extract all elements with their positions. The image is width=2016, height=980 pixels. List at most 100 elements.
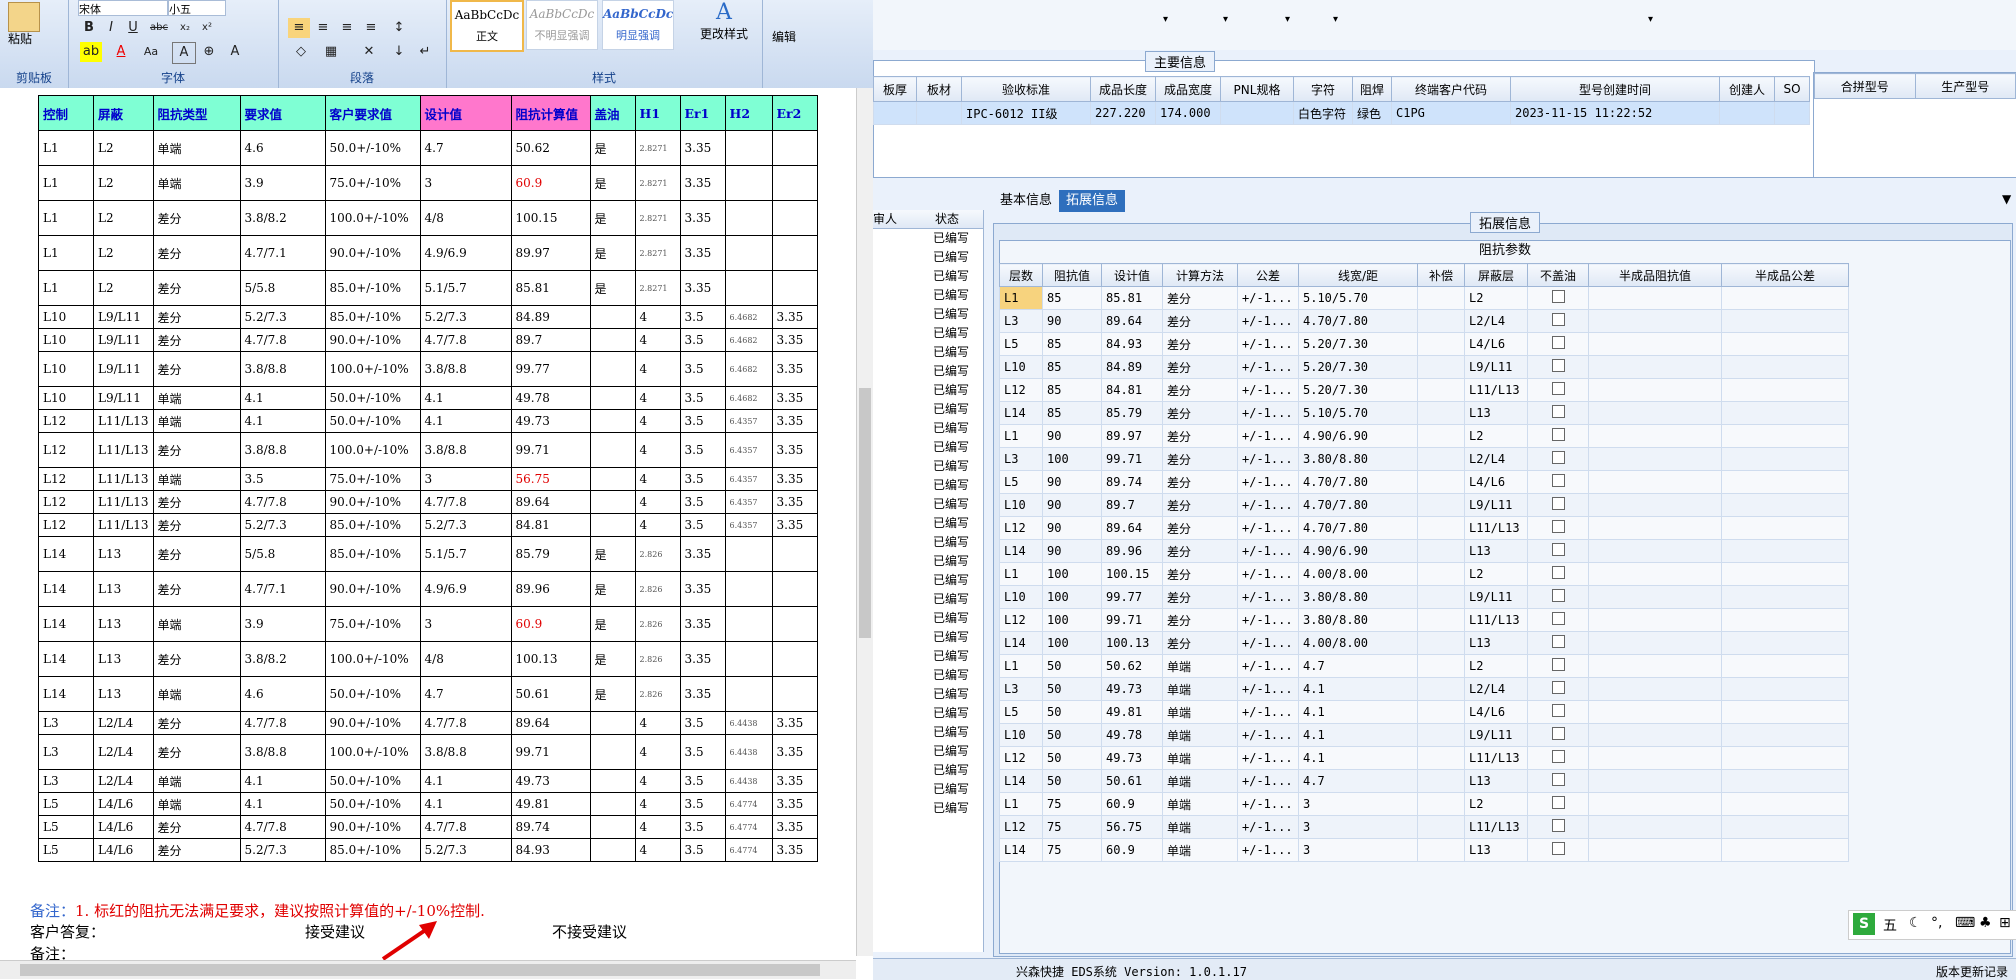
status-item[interactable]: 已编写 xyxy=(873,381,983,400)
skin-icon[interactable]: ♣ xyxy=(1979,915,1992,931)
no-coverlay-checkbox[interactable] xyxy=(1551,336,1565,349)
dropdown-arrow-icon[interactable]: ▾ xyxy=(1285,14,1290,25)
semi-finished-cell[interactable] xyxy=(1721,401,1849,425)
sogou-ime-icon[interactable]: S xyxy=(1853,913,1875,935)
status-item[interactable]: 已编写 xyxy=(873,324,983,343)
impedance-row[interactable]: L3 90 89.64 差分 +/-1... 4.70/7.80 L2/L4 xyxy=(999,309,1849,333)
sort-icon[interactable]: ↓ xyxy=(388,42,410,62)
status-item[interactable]: 已编写 xyxy=(873,495,983,514)
impedance-row[interactable]: L5 90 89.74 差分 +/-1... 4.70/7.80 L4/L6 xyxy=(999,470,1849,494)
reject-option[interactable]: 不接受建议 xyxy=(552,921,627,942)
align-right-icon[interactable]: ≡ xyxy=(336,18,358,38)
impedance-row[interactable]: L10 50 49.78 单端 +/-1... 4.1 L9/L11 xyxy=(999,723,1849,747)
semi-finished-cell[interactable] xyxy=(1588,493,1722,517)
semi-finished-cell[interactable] xyxy=(1588,516,1722,540)
no-coverlay-checkbox[interactable] xyxy=(1551,543,1565,556)
justify-icon[interactable]: ≡ xyxy=(360,18,382,38)
no-coverlay-checkbox[interactable] xyxy=(1551,566,1565,579)
no-coverlay-checkbox[interactable] xyxy=(1551,359,1565,372)
semi-finished-cell[interactable] xyxy=(1721,677,1849,701)
strikethrough-button[interactable]: abc xyxy=(148,18,170,38)
status-item[interactable]: 已编写 xyxy=(873,438,983,457)
tab-ext-info[interactable]: 拓展信息 xyxy=(1059,190,1126,212)
status-item[interactable]: 已编写 xyxy=(873,723,983,742)
superscript-button[interactable]: x² xyxy=(196,18,218,38)
semi-finished-cell[interactable] xyxy=(1721,332,1849,356)
dropdown-arrow-icon[interactable]: ▾ xyxy=(1648,14,1653,25)
semi-finished-cell[interactable] xyxy=(1588,585,1722,609)
status-item[interactable]: 已编写 xyxy=(873,590,983,609)
status-item[interactable]: 已编写 xyxy=(873,267,983,286)
semi-finished-cell[interactable] xyxy=(1721,447,1849,471)
highlight-icon[interactable]: ab xyxy=(80,42,102,62)
status-item[interactable]: 已编写 xyxy=(873,742,983,761)
dropdown-arrow-icon[interactable]: ▾ xyxy=(1333,14,1338,25)
no-coverlay-checkbox[interactable] xyxy=(1551,520,1565,533)
semi-finished-cell[interactable] xyxy=(1721,539,1849,563)
semi-finished-cell[interactable] xyxy=(1588,631,1722,655)
no-coverlay-checkbox[interactable] xyxy=(1551,382,1565,395)
bold-button[interactable]: B xyxy=(78,18,100,38)
no-coverlay-checkbox[interactable] xyxy=(1551,819,1565,832)
impedance-row[interactable]: L12 75 56.75 单端 +/-1... 3 L11/L13 xyxy=(999,815,1849,839)
no-coverlay-checkbox[interactable] xyxy=(1551,313,1565,326)
collapse-arrow-icon[interactable]: ▼ xyxy=(2002,192,2011,206)
keyboard-icon[interactable]: ⌨ xyxy=(1955,915,1975,931)
status-item[interactable]: 已编写 xyxy=(873,457,983,476)
semi-finished-cell[interactable] xyxy=(1721,562,1849,586)
status-item[interactable]: 已编写 xyxy=(873,666,983,685)
line-spacing-icon[interactable]: ↕ xyxy=(388,18,410,38)
status-item[interactable]: 已编写 xyxy=(873,571,983,590)
char-shading-button[interactable]: A xyxy=(172,42,196,64)
no-coverlay-checkbox[interactable] xyxy=(1551,704,1565,717)
main-info-row[interactable]: IPC-6012 II级 227.220 174.000 白色字符 绿色 C1PG 2023… xyxy=(873,101,1810,125)
impedance-row[interactable]: L14 75 60.9 单端 +/-1... 3 L13 xyxy=(999,838,1849,862)
no-coverlay-checkbox[interactable] xyxy=(1551,750,1565,763)
style-normal[interactable]: AaBbCcDc 正文 xyxy=(450,0,524,52)
no-coverlay-checkbox[interactable] xyxy=(1551,796,1565,809)
impedance-row[interactable]: L12 50 49.73 单端 +/-1... 4.1 L11/L13 xyxy=(999,746,1849,770)
no-coverlay-checkbox[interactable] xyxy=(1551,497,1565,510)
ime-toolbar[interactable]: S 五 ☾ °, ⌨ ♣ ⊞ xyxy=(1848,910,2016,940)
impedance-row[interactable]: L3 50 49.73 单端 +/-1... 4.1 L2/L4 xyxy=(999,677,1849,701)
no-coverlay-checkbox[interactable] xyxy=(1551,681,1565,694)
semi-finished-cell[interactable] xyxy=(1721,700,1849,724)
moon-icon[interactable]: ☾ xyxy=(1909,915,1922,931)
impedance-row[interactable]: L1 50 50.62 单端 +/-1... 4.7 L2 xyxy=(999,654,1849,678)
semi-finished-cell[interactable] xyxy=(1588,447,1722,471)
status-item[interactable]: 已编写 xyxy=(873,305,983,324)
style-intense-emphasis[interactable]: AaBbCcDc 明显强调 xyxy=(602,0,674,50)
align-center-icon[interactable]: ≡ xyxy=(312,18,334,38)
semi-finished-cell[interactable] xyxy=(1721,746,1849,770)
impedance-row[interactable]: L10 100 99.77 差分 +/-1... 3.80/8.80 L9/L11 xyxy=(999,585,1849,609)
paste-button[interactable]: 粘贴 xyxy=(8,30,32,47)
no-coverlay-checkbox[interactable] xyxy=(1551,451,1565,464)
status-item[interactable]: 已编写 xyxy=(873,647,983,666)
semi-finished-cell[interactable] xyxy=(1721,769,1849,793)
semi-finished-cell[interactable] xyxy=(1588,700,1722,724)
status-item[interactable]: 已编写 xyxy=(873,533,983,552)
enclose-char-icon[interactable]: ⊕ xyxy=(198,42,220,62)
impedance-row[interactable]: L12 90 89.64 差分 +/-1... 4.70/7.80 L11/L13 xyxy=(999,516,1849,540)
impedance-row[interactable]: L1 90 89.97 差分 +/-1... 4.90/6.90 L2 xyxy=(999,424,1849,448)
status-item[interactable]: 已编写 xyxy=(873,514,983,533)
shading-icon[interactable]: ◇ xyxy=(290,42,312,62)
status-list[interactable]: 审人 状态 已编写 已编写 已编写 已编写 已编写 已编写 已编写 已编写 已编写 已编写 已编写已… xyxy=(873,210,984,952)
semi-finished-cell[interactable] xyxy=(1721,792,1849,816)
impedance-row[interactable]: L10 85 84.89 差分 +/-1... 5.20/7.30 L9/L11 xyxy=(999,355,1849,379)
show-marks-icon[interactable]: ↵ xyxy=(414,42,436,62)
font-size-select[interactable]: 小五 xyxy=(168,0,226,16)
version-history-link[interactable]: 版本更新记录 xyxy=(1936,963,2008,980)
status-item[interactable]: 已编写 xyxy=(873,229,983,248)
status-item[interactable]: 已编写 xyxy=(873,552,983,571)
status-item[interactable]: 已编写 xyxy=(873,400,983,419)
status-item[interactable]: 已编写 xyxy=(873,761,983,780)
impedance-row[interactable]: L14 90 89.96 差分 +/-1... 4.90/6.90 L13 xyxy=(999,539,1849,563)
grid-icon[interactable]: ⊞ xyxy=(1999,915,2011,931)
no-coverlay-checkbox[interactable] xyxy=(1551,405,1565,418)
semi-finished-cell[interactable] xyxy=(1588,539,1722,563)
dropdown-arrow-icon[interactable]: ▾ xyxy=(1223,14,1228,25)
no-coverlay-checkbox[interactable] xyxy=(1551,474,1565,487)
borders-icon[interactable]: ▦ xyxy=(320,42,342,62)
impedance-row[interactable]: L5 85 84.93 差分 +/-1... 5.20/7.30 L4/L6 xyxy=(999,332,1849,356)
